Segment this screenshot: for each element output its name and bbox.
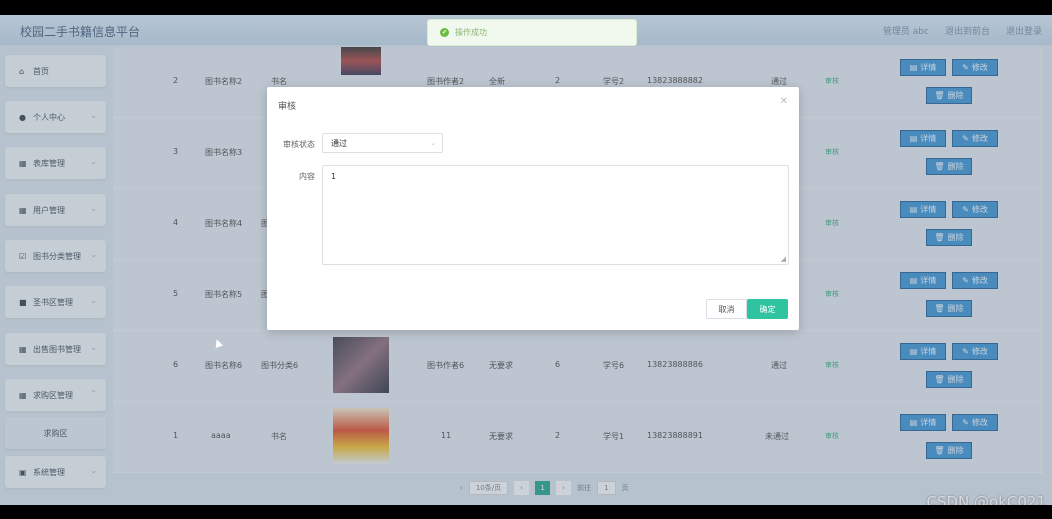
toast-message: 操作成功 bbox=[455, 28, 487, 37]
chevron-down-icon: ⌄ bbox=[430, 139, 436, 147]
resize-handle-icon[interactable]: ◢ bbox=[781, 255, 786, 263]
screen-top-border bbox=[0, 0, 1052, 15]
app-screen: 校园二手书籍信息平台 管理员 abc 退出到前台 退出登录 ✔ 操作成功 ⌂ 首… bbox=[0, 15, 1052, 505]
screen-bottom-border bbox=[0, 505, 1052, 519]
dialog-title: 审核 bbox=[278, 102, 297, 112]
status-select-value: 通过 bbox=[331, 138, 347, 148]
review-dialog: 审核 ✕ 审核状态 通过 ⌄ 内容 1 ◢ 取消 确定 bbox=[267, 87, 799, 330]
content-value: 1 bbox=[331, 172, 337, 181]
content-textarea[interactable]: 1 ◢ bbox=[322, 165, 789, 265]
content-label: 内容 bbox=[299, 172, 315, 181]
close-icon[interactable]: ✕ bbox=[780, 96, 788, 107]
status-select[interactable]: 通过 ⌄ bbox=[322, 133, 443, 153]
success-icon: ✔ bbox=[440, 28, 449, 37]
cancel-button[interactable]: 取消 bbox=[706, 299, 747, 319]
status-label: 审核状态 bbox=[283, 140, 315, 149]
confirm-button[interactable]: 确定 bbox=[747, 299, 788, 319]
success-toast: ✔ 操作成功 bbox=[427, 19, 637, 46]
